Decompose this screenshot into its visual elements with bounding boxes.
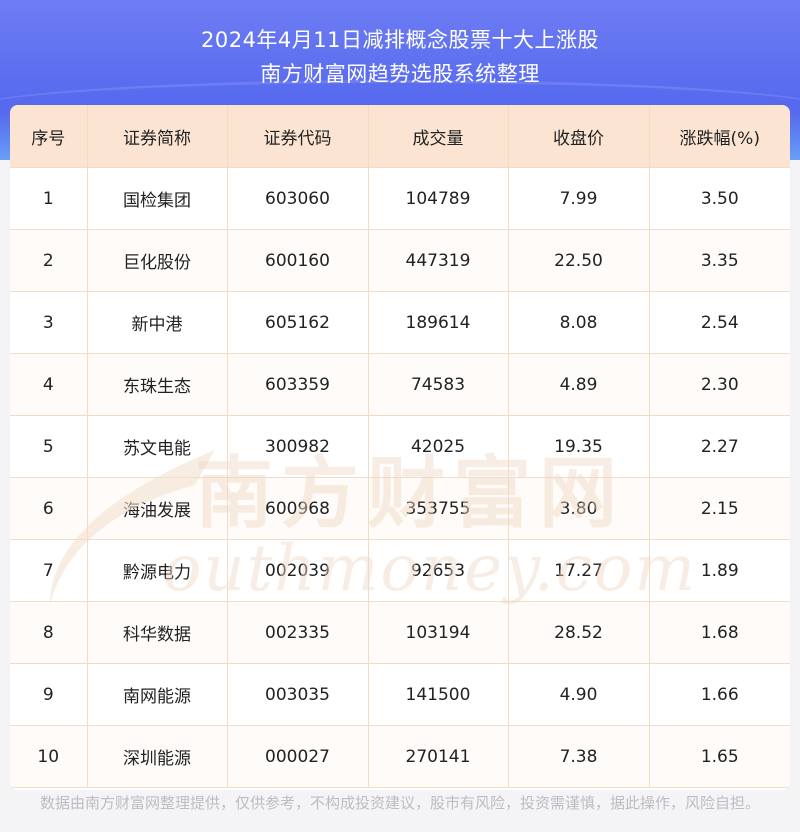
table-cell: 东珠生态 — [87, 353, 228, 416]
stock-table: 序号 证券简称 证券代码 成交量 收盘价 涨跌幅(%) 1 国检集团 603060 104789… — [10, 105, 790, 788]
table-card: 序号 证券简称 证券代码 成交量 收盘价 涨跌幅(%) 1 国检集团 603060 104789… — [10, 105, 790, 790]
table-cell: 189614 — [368, 291, 509, 354]
table-cell: 3.50 — [649, 167, 790, 230]
table-cell: 海油发展 — [87, 477, 228, 540]
table-cell: 28.52 — [508, 601, 650, 664]
table-row: 5 苏文电能 300982 42025 19.35 2.27 — [10, 415, 790, 478]
table-cell: 141500 — [368, 663, 509, 726]
table-cell: 002335 — [227, 601, 369, 664]
table-cell: 1.89 — [649, 539, 790, 602]
table-cell: 4.89 — [508, 353, 650, 416]
table-cell: 17.27 — [508, 539, 650, 602]
table-row: 10 深圳能源 000027 270141 7.38 1.65 — [10, 725, 790, 788]
table-cell: 92653 — [368, 539, 509, 602]
table-cell: 603359 — [227, 353, 369, 416]
table-cell: 447319 — [368, 229, 509, 292]
table-cell: 新中港 — [87, 291, 228, 354]
column-header: 收盘价 — [508, 105, 650, 168]
table-cell: 4 — [10, 353, 88, 416]
table-cell: 003035 — [227, 663, 369, 726]
table-cell: 国检集团 — [87, 167, 228, 230]
column-header: 序号 — [10, 105, 88, 168]
table-cell: 深圳能源 — [87, 725, 228, 788]
table-cell: 603060 — [227, 167, 369, 230]
table-cell: 42025 — [368, 415, 509, 478]
table-cell: 7.99 — [508, 167, 650, 230]
table-cell: 353755 — [368, 477, 509, 540]
table-cell: 19.35 — [508, 415, 650, 478]
table-row: 6 海油发展 600968 353755 3.80 2.15 — [10, 477, 790, 540]
table-cell: 2.30 — [649, 353, 790, 416]
table-row: 4 东珠生态 603359 74583 4.89 2.30 — [10, 353, 790, 416]
table-cell: 600160 — [227, 229, 369, 292]
table-cell: 巨化股份 — [87, 229, 228, 292]
table-cell: 4.90 — [508, 663, 650, 726]
table-cell: 2 — [10, 229, 88, 292]
table-row: 3 新中港 605162 189614 8.08 2.54 — [10, 291, 790, 354]
table-cell: 南网能源 — [87, 663, 228, 726]
table-body: 1 国检集团 603060 104789 7.99 3.50 2 巨化股份 600160 4473… — [10, 167, 790, 788]
table-row: 8 科华数据 002335 103194 28.52 1.68 — [10, 601, 790, 664]
table-row: 9 南网能源 003035 141500 4.90 1.66 — [10, 663, 790, 726]
table-row: 2 巨化股份 600160 447319 22.50 3.35 — [10, 229, 790, 292]
table-cell: 3.80 — [508, 477, 650, 540]
table-row: 7 黔源电力 002039 92653 17.27 1.89 — [10, 539, 790, 602]
disclaimer: 数据由南方财富网整理提供，仅供参考，不构成投资建议，股市有风险，投资需谨慎，据此… — [39, 794, 760, 812]
table-cell: 1 — [10, 167, 88, 230]
table-cell: 10 — [10, 725, 88, 788]
column-header: 成交量 — [368, 105, 509, 168]
table-cell: 104789 — [368, 167, 509, 230]
table-cell: 5 — [10, 415, 88, 478]
column-header: 证券简称 — [87, 105, 228, 168]
page-subtitle: 南方财富网趋势选股系统整理 — [260, 62, 540, 86]
table-row: 1 国检集团 603060 104789 7.99 3.50 — [10, 167, 790, 230]
table-header-row: 序号 证券简称 证券代码 成交量 收盘价 涨跌幅(%) — [10, 105, 790, 168]
table-cell: 9 — [10, 663, 88, 726]
table-cell: 6 — [10, 477, 88, 540]
table-cell: 1.68 — [649, 601, 790, 664]
table-cell: 1.66 — [649, 663, 790, 726]
table-cell: 2.54 — [649, 291, 790, 354]
table-cell: 600968 — [227, 477, 369, 540]
column-header: 涨跌幅(%) — [649, 105, 790, 168]
table-cell: 1.65 — [649, 725, 790, 788]
table-cell: 苏文电能 — [87, 415, 228, 478]
table-cell: 2.27 — [649, 415, 790, 478]
table-cell: 002039 — [227, 539, 369, 602]
table-cell: 2.15 — [649, 477, 790, 540]
table-cell: 103194 — [368, 601, 509, 664]
table-cell: 8.08 — [508, 291, 650, 354]
table-cell: 000027 — [227, 725, 369, 788]
table-cell: 黔源电力 — [87, 539, 228, 602]
table-cell: 22.50 — [508, 229, 650, 292]
table-cell: 科华数据 — [87, 601, 228, 664]
table-cell: 605162 — [227, 291, 369, 354]
table-cell: 300982 — [227, 415, 369, 478]
column-header: 证券代码 — [227, 105, 369, 168]
page-title: 2024年4月11日减排概念股票十大上涨股 — [200, 28, 600, 52]
table-cell: 8 — [10, 601, 88, 664]
table-cell: 7.38 — [508, 725, 650, 788]
table-cell: 3 — [10, 291, 88, 354]
table-cell: 270141 — [368, 725, 509, 788]
table-cell: 74583 — [368, 353, 509, 416]
table-cell: 3.35 — [649, 229, 790, 292]
table-cell: 7 — [10, 539, 88, 602]
